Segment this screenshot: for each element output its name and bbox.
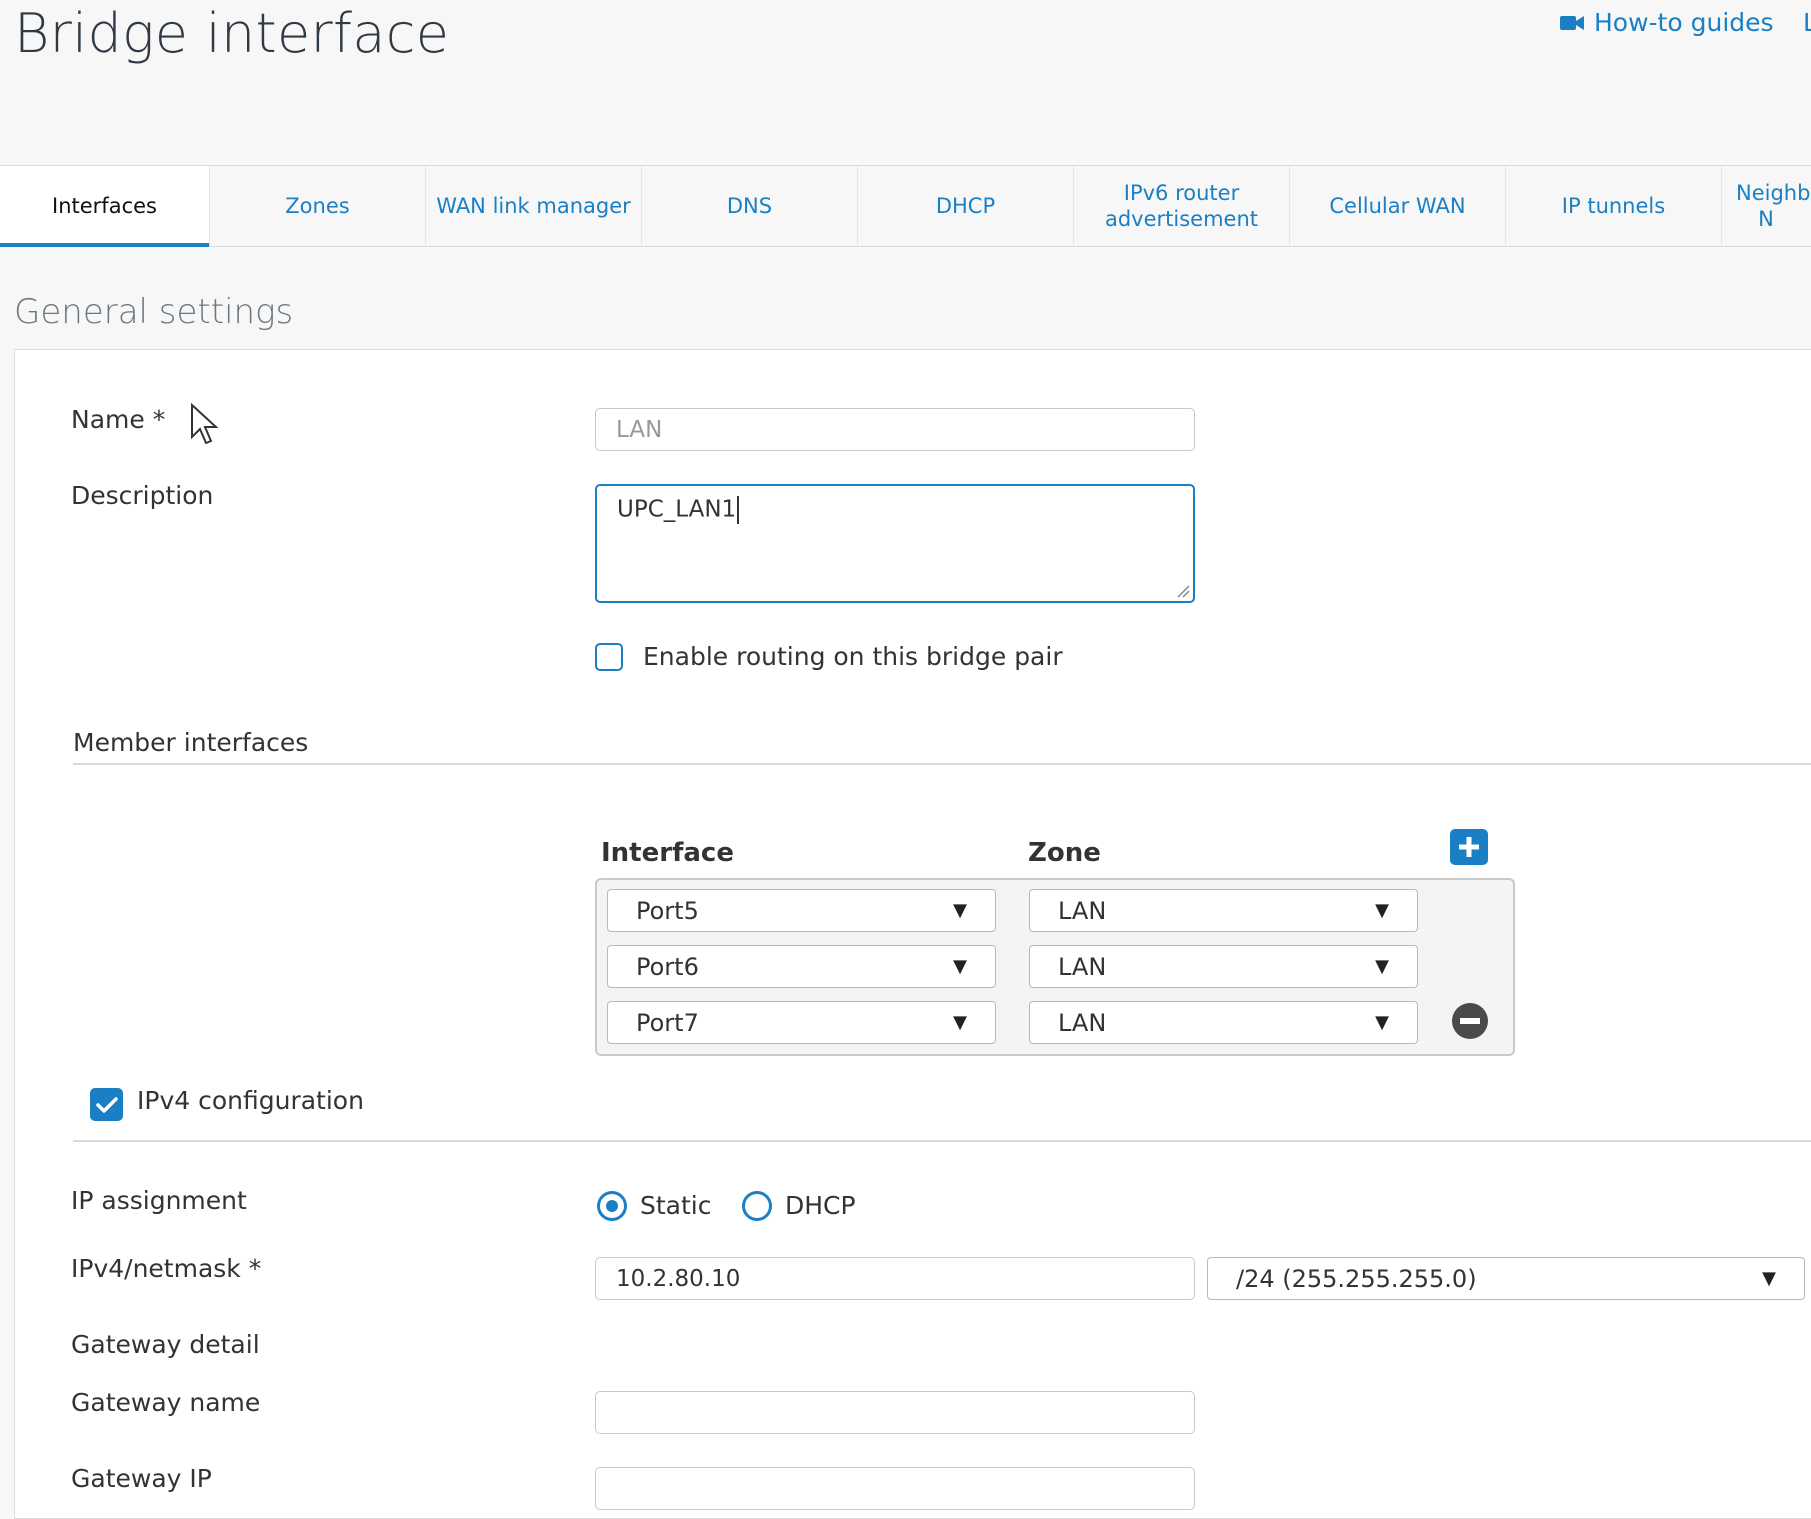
zone-select-value: LAN [1058,896,1107,925]
remove-member-button[interactable] [1452,1003,1488,1039]
interface-select-row-2[interactable]: Port6 ▼ [607,945,996,988]
section-title-general-settings: General settings [14,292,294,332]
tab-dns[interactable]: DNS [642,166,858,246]
zone-select-value: LAN [1058,1008,1107,1037]
dropdown-arrow-icon: ▼ [953,1012,967,1033]
ipv4-configuration-label: IPv4 configuration [137,1086,364,1115]
video-camera-icon [1560,15,1584,30]
dropdown-arrow-icon: ▼ [953,900,967,921]
interface-select-value: Port5 [636,896,699,925]
dropdown-arrow-icon: ▼ [1375,956,1389,977]
dropdown-arrow-icon: ▼ [1375,1012,1389,1033]
name-input[interactable]: LAN [595,408,1195,451]
tab-dhcp[interactable]: DHCP [858,166,1074,246]
description-label: Description [71,481,214,510]
ipv4-address-input[interactable]: 10.2.80.10 [595,1257,1195,1300]
how-to-guides-link[interactable]: How-to guides [1560,8,1774,37]
interface-select-row-3[interactable]: Port7 ▼ [607,1001,996,1044]
tab-cellular-wan[interactable]: Cellular WAN [1290,166,1506,246]
ipv4-netmask-label: IPv4/netmask * [71,1254,262,1283]
member-interfaces-heading: Member interfaces [73,728,309,757]
resize-handle-icon[interactable] [1176,584,1190,598]
tab-ipv6-router-advertisement[interactable]: IPv6 router advertisement [1074,166,1290,246]
text-caret [737,496,740,524]
tab-wan-link-manager[interactable]: WAN link manager [426,166,642,246]
gateway-name-input[interactable] [595,1391,1195,1434]
dhcp-radio[interactable] [742,1191,772,1221]
static-radio-label: Static [640,1191,712,1220]
netmask-select[interactable]: /24 (255.255.255.0) ▼ [1207,1257,1805,1300]
enable-routing-checkbox[interactable] [595,643,623,671]
zone-select-row-3[interactable]: LAN ▼ [1029,1001,1418,1044]
minus-icon [1460,1018,1480,1024]
zone-select-value: LAN [1058,952,1107,981]
dropdown-arrow-icon: ▼ [1375,900,1389,921]
ipv4-configuration-checkbox[interactable] [90,1088,123,1121]
description-textarea[interactable]: UPC_LAN1 [595,484,1195,603]
column-header-zone: Zone [1028,838,1101,868]
tab-interfaces[interactable]: Interfaces [0,166,210,247]
column-header-interface: Interface [601,838,734,868]
enable-routing-label: Enable routing on this bridge pair [643,642,1063,671]
netmask-select-value: /24 (255.255.255.0) [1236,1264,1477,1293]
zone-select-row-1[interactable]: LAN ▼ [1029,889,1418,932]
dhcp-radio-label: DHCP [785,1191,856,1220]
interface-select-value: Port6 [636,952,699,981]
gateway-ip-input[interactable] [595,1467,1195,1510]
dropdown-arrow-icon: ▼ [1762,1268,1776,1289]
interface-select-value: Port7 [636,1008,699,1037]
add-member-button[interactable] [1450,829,1488,865]
ip-assignment-label: IP assignment [71,1186,247,1215]
member-interfaces-divider [73,763,1811,765]
plus-icon [1459,837,1479,857]
checkmark-icon [95,1096,118,1113]
tab-zones[interactable]: Zones [210,166,426,246]
tab-ip-tunnels[interactable]: IP tunnels [1506,166,1722,246]
gateway-name-label: Gateway name [71,1388,261,1417]
name-label: Name * [71,405,166,434]
how-to-guides-label: How-to guides [1594,8,1774,37]
tab-neighbors-truncated[interactable]: Neighb N [1722,166,1811,246]
truncated-header-link[interactable]: L [1803,8,1811,37]
gateway-ip-label: Gateway IP [71,1464,212,1493]
description-value: UPC_LAN1 [617,496,737,523]
tab-bar: Interfaces Zones WAN link manager DNS DH… [0,165,1811,247]
radio-selected-dot [606,1200,618,1212]
static-radio[interactable] [597,1191,627,1221]
page-title: Bridge interface [14,2,450,65]
interface-select-row-1[interactable]: Port5 ▼ [607,889,996,932]
zone-select-row-2[interactable]: LAN ▼ [1029,945,1418,988]
dropdown-arrow-icon: ▼ [953,956,967,977]
ipv4-divider [73,1140,1811,1142]
mouse-cursor-icon [191,403,218,445]
gateway-detail-label: Gateway detail [71,1330,260,1359]
